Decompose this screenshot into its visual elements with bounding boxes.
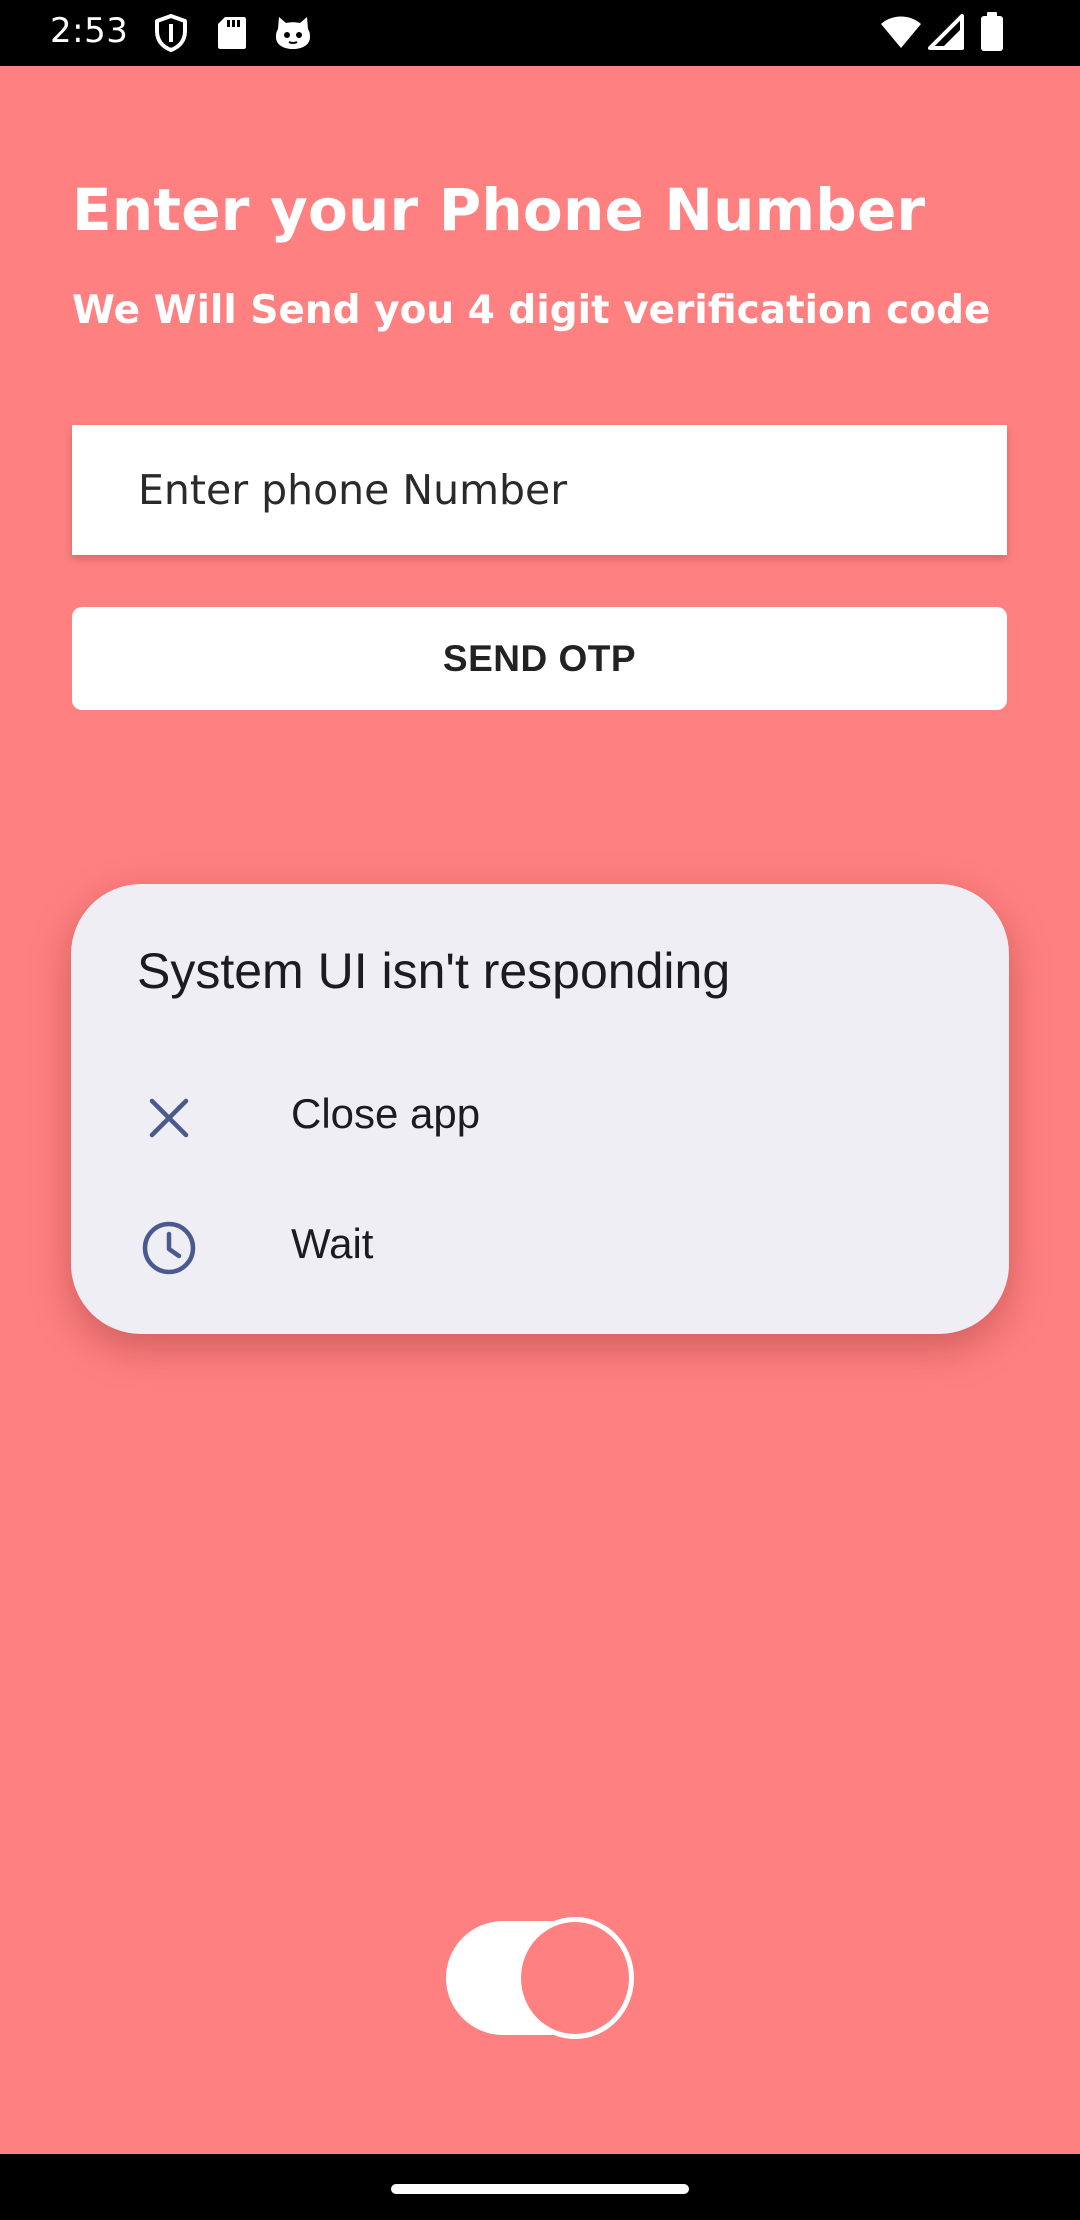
shield-icon [155, 14, 187, 52]
send-otp-button[interactable]: SEND OTP [72, 607, 1007, 710]
navigation-bar [0, 2154, 1080, 2220]
page-subtitle: We Will Send you 4 digit verification co… [72, 288, 991, 333]
wait-option[interactable]: Wait [71, 1180, 1009, 1312]
toggle-switch[interactable] [446, 1917, 634, 2039]
dialog-title: System UI isn't responding [137, 943, 731, 999]
toggle-thumb[interactable] [516, 1917, 634, 2039]
close-app-label: Close app [291, 1090, 481, 1137]
status-bar: 2:53 [0, 0, 1080, 66]
close-app-option[interactable]: Close app [71, 1050, 1009, 1182]
clock-icon [142, 1221, 196, 1275]
wait-label: Wait [291, 1220, 374, 1267]
wifi-icon [881, 16, 921, 48]
status-time: 2:53 [50, 11, 129, 51]
phone-number-input[interactable] [72, 425, 1007, 555]
anr-dialog: System UI isn't responding Close app Wai… [71, 884, 1009, 1334]
battery-icon [981, 12, 1003, 51]
phone-screen: 2:53 Enter your Phone Number We Will Sen… [0, 0, 1080, 2220]
cat-face-icon [276, 17, 310, 49]
home-gesture-handle[interactable] [391, 2184, 689, 2194]
sd-card-icon [218, 17, 246, 49]
page-title: Enter your Phone Number [72, 176, 926, 244]
cellular-signal-icon [928, 14, 964, 50]
close-icon [149, 1098, 189, 1138]
